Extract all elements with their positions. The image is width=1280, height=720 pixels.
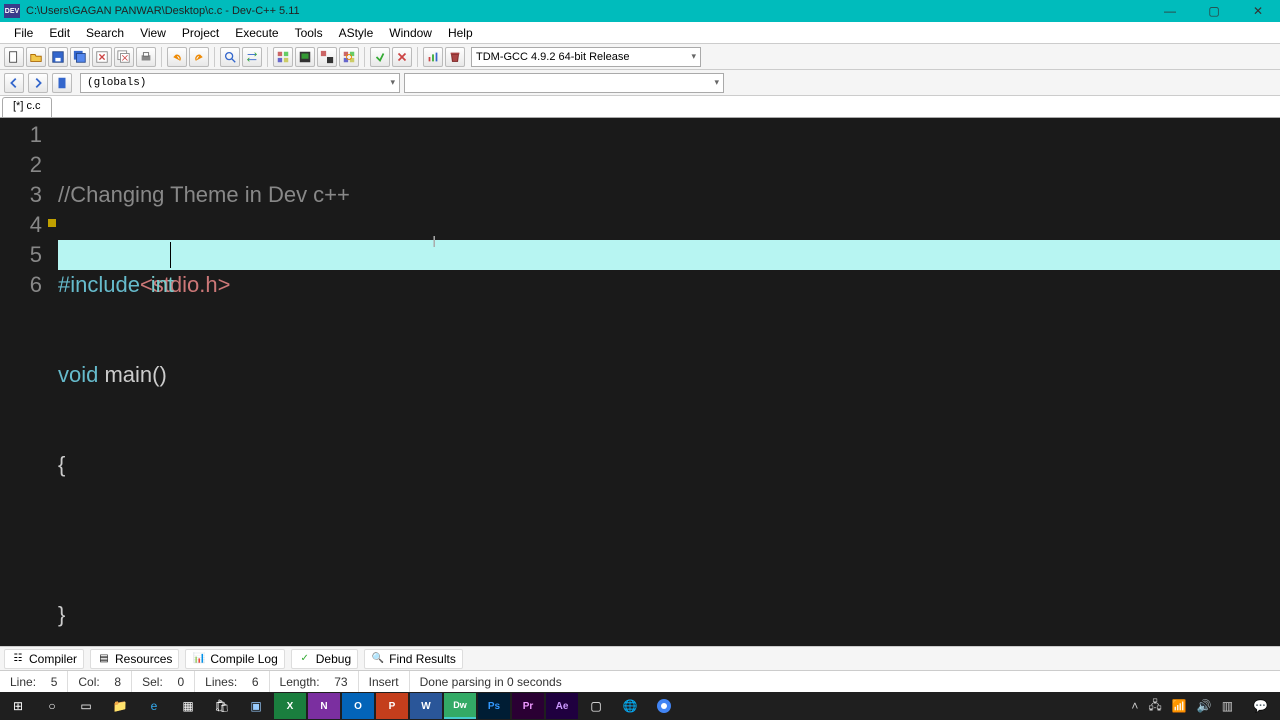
line-number: 6 (0, 270, 42, 300)
redo-button[interactable] (189, 47, 209, 67)
close-file-button[interactable] (92, 47, 112, 67)
close-all-button[interactable] (114, 47, 134, 67)
menu-astyle[interactable]: AStyle (331, 24, 382, 42)
nav-toolbar: (globals) (0, 70, 1280, 96)
go-back-button[interactable] (4, 73, 24, 93)
new-file-button[interactable] (4, 47, 24, 67)
code-keyword: void (58, 362, 98, 387)
replace-button[interactable] (242, 47, 262, 67)
compiler-profile-select[interactable]: TDM-GCC 4.9.2 64-bit Release (471, 47, 701, 67)
menu-bar: File Edit Search View Project Execute To… (0, 22, 1280, 44)
current-line-highlight: int (58, 240, 1280, 270)
fold-column (48, 118, 58, 646)
function-browser-select[interactable] (404, 73, 724, 93)
file-tab-strip: [*] c.c (0, 96, 1280, 118)
menu-file[interactable]: File (6, 24, 41, 42)
text-cursor (170, 242, 171, 268)
save-button[interactable] (48, 47, 68, 67)
trash-button[interactable] (445, 47, 465, 67)
code-comment: //Changing Theme in Dev c++ (58, 182, 350, 207)
compile-button[interactable] (273, 47, 293, 67)
go-forward-button[interactable] (28, 73, 48, 93)
run-button[interactable] (295, 47, 315, 67)
code-ident: main() (98, 362, 166, 387)
debug-button[interactable] (370, 47, 390, 67)
find-button[interactable] (220, 47, 240, 67)
line-number: 5 (0, 240, 42, 270)
line-number: 4 (0, 210, 42, 240)
compiler-icon: ☷ (11, 652, 25, 666)
compile-run-button[interactable] (317, 47, 337, 67)
menu-help[interactable]: Help (440, 24, 481, 42)
file-tab-cc[interactable]: [*] c.c (2, 97, 52, 117)
line-gutter: 1 2 3 4 5 6 (0, 118, 48, 646)
menu-search[interactable]: Search (78, 24, 132, 42)
code-brace: { (58, 452, 65, 477)
menu-view[interactable]: View (132, 24, 174, 42)
line-number: 1 (0, 120, 42, 150)
code-area[interactable]: //Changing Theme in Dev c++ #include<std… (58, 118, 1280, 646)
print-button[interactable] (136, 47, 156, 67)
menu-tools[interactable]: Tools (287, 24, 331, 42)
app-icon: DEV (4, 4, 20, 18)
window-title: C:\Users\GAGAN PANWAR\Desktop\c.c - Dev-… (26, 5, 1148, 17)
menu-project[interactable]: Project (174, 24, 227, 42)
fold-marker-icon[interactable] (48, 219, 56, 227)
maximize-button[interactable]: ▢ (1192, 0, 1236, 22)
close-button[interactable]: ✕ (1236, 0, 1280, 22)
bookmark-button[interactable] (52, 73, 72, 93)
open-button[interactable] (26, 47, 46, 67)
ibeam-cursor-icon: I (432, 228, 436, 258)
start-button[interactable]: ⊞ (2, 693, 34, 719)
rebuild-button[interactable] (339, 47, 359, 67)
code-brace: } (58, 602, 65, 627)
undo-button[interactable] (167, 47, 187, 67)
line-number: 3 (0, 180, 42, 210)
profile-button[interactable] (423, 47, 443, 67)
save-all-button[interactable] (70, 47, 90, 67)
stop-button[interactable] (392, 47, 412, 67)
code-editor[interactable]: 1 2 3 4 5 6 //Changing Theme in Dev c++ … (0, 118, 1280, 646)
minimize-button[interactable]: — (1148, 0, 1192, 22)
main-toolbar: TDM-GCC 4.9.2 64-bit Release (0, 44, 1280, 70)
line-number: 2 (0, 150, 42, 180)
menu-execute[interactable]: Execute (227, 24, 286, 42)
current-line-text: int (95, 272, 180, 297)
menu-edit[interactable]: Edit (41, 24, 78, 42)
class-browser-select[interactable]: (globals) (80, 73, 400, 93)
menu-window[interactable]: Window (381, 24, 440, 42)
title-bar: DEV C:\Users\GAGAN PANWAR\Desktop\c.c - … (0, 0, 1280, 22)
